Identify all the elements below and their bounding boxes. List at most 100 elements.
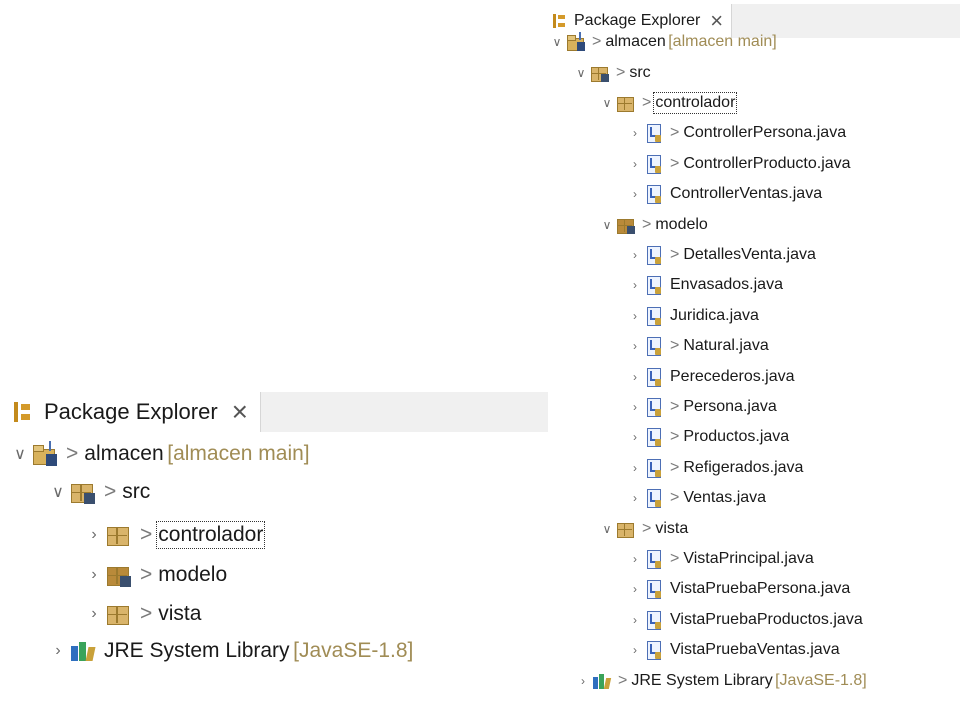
collapse-chevron-icon[interactable]: › (628, 552, 642, 566)
item-label: DetallesVenta.java (683, 246, 816, 264)
collapse-chevron-icon[interactable]: › (84, 605, 104, 623)
tree-item-java-file[interactable]: › VistaPruebaVentas.java (628, 635, 840, 666)
collapse-chevron-icon[interactable]: › (628, 491, 642, 505)
package-icon (616, 519, 636, 539)
collapse-chevron-icon[interactable]: › (84, 566, 104, 584)
collapse-chevron-icon[interactable]: › (628, 370, 642, 384)
item-label: JRE System Library (104, 639, 290, 662)
tab-title: Package Explorer (44, 399, 218, 424)
collapse-chevron-icon[interactable]: › (576, 674, 590, 688)
java-file-icon (644, 427, 664, 448)
tree-item-java-file[interactable]: › Envasados.java (628, 270, 783, 301)
tree-item-java-file[interactable]: › > DetallesVenta.java (628, 240, 816, 271)
collapse-chevron-icon[interactable]: › (48, 642, 68, 660)
expand-chevron-icon[interactable]: ∨ (10, 444, 30, 464)
package-explorer-icon (12, 401, 32, 423)
tree-item-jre[interactable]: › JRE System Library [JavaSE-1.8] (48, 632, 413, 670)
java-file-icon (644, 488, 664, 509)
package-explorer-collapsed: Package Explorer × ∨ > almacen [almacen mai… (0, 380, 556, 680)
collapse-chevron-icon[interactable]: › (628, 430, 642, 444)
expand-chevron-icon[interactable]: ∨ (600, 218, 614, 232)
item-label: JRE System Library (631, 671, 773, 689)
java-file-icon (644, 184, 664, 205)
tree-item-src[interactable]: ∨ > src (574, 57, 651, 88)
dirty-marker: > (670, 398, 680, 416)
tree-item-project[interactable]: ∨ > almacen [almacen main] (10, 435, 310, 473)
expand-chevron-icon[interactable]: ∨ (550, 35, 564, 49)
collapse-chevron-icon[interactable]: › (628, 643, 642, 657)
tab-bar-empty (260, 392, 556, 432)
java-file-icon (644, 610, 664, 630)
tree-item-project[interactable]: ∨ > almacen [almacen main] (550, 27, 777, 58)
expand-chevron-icon[interactable]: ∨ (574, 66, 588, 80)
dirty-marker: > (670, 428, 680, 446)
item-label: almacen (84, 442, 164, 465)
source-folder-icon (590, 63, 610, 83)
tree-item-java-file[interactable]: › > ControllerProducto.java (628, 149, 851, 180)
tree-item-java-file[interactable]: › Juridica.java (628, 301, 759, 332)
project-icon (566, 32, 586, 52)
item-label: controlador (156, 521, 266, 549)
tree-item-src[interactable]: ∨ > src (48, 473, 150, 511)
tree-item-java-file[interactable]: › > ControllerPersona.java (628, 118, 846, 149)
item-label: ControllerPersona.java (683, 124, 847, 142)
tree-item-java-file[interactable]: › ControllerVentas.java (628, 179, 822, 210)
tree-item-package-vista[interactable]: › > vista (84, 595, 201, 633)
tree-item-jre[interactable]: › > JRE System Library [JavaSE-1.8] (576, 665, 867, 696)
expand-chevron-icon[interactable]: ∨ (48, 482, 68, 502)
item-label: modelo (655, 215, 708, 233)
java-file-icon (644, 245, 664, 266)
dirty-marker: > (66, 442, 79, 465)
tree-item-java-file[interactable]: › > Natural.java (628, 331, 769, 362)
dirty-marker: > (616, 63, 626, 81)
collapse-chevron-icon[interactable]: › (628, 126, 642, 140)
tree-item-java-file[interactable]: › > Refigerados.java (628, 453, 803, 484)
collapse-chevron-icon[interactable]: › (628, 309, 642, 323)
item-label: Envasados.java (670, 276, 783, 294)
package-icon (106, 601, 132, 627)
tree-item-java-file[interactable]: › VistaPruebaPersona.java (628, 574, 850, 605)
tree-item-package-controlador[interactable]: › > controlador (84, 516, 266, 554)
dirty-marker: > (670, 154, 680, 172)
java-file-icon (644, 640, 664, 661)
item-label: vista (158, 602, 202, 625)
expand-chevron-icon[interactable]: ∨ (600, 96, 614, 110)
tree-item-java-file[interactable]: › > Productos.java (628, 422, 789, 453)
collapse-chevron-icon[interactable]: › (628, 248, 642, 262)
tree-item-package-controlador[interactable]: ∨ > controlador (600, 88, 738, 119)
collapse-chevron-icon[interactable]: › (628, 339, 642, 353)
collapse-chevron-icon[interactable]: › (628, 400, 642, 414)
collapse-chevron-icon[interactable]: › (628, 187, 642, 201)
dirty-marker: > (670, 337, 680, 355)
collapse-chevron-icon[interactable]: › (628, 582, 642, 596)
tree-item-package-vista[interactable]: ∨ > vista (600, 513, 688, 544)
tree-item-java-file[interactable]: › VistaPruebaProductos.java (628, 605, 863, 636)
tree-item-java-file[interactable]: › Perecederos.java (628, 361, 795, 392)
item-label: VistaPruebaPersona.java (670, 580, 851, 598)
java-file-icon (644, 458, 664, 478)
collapse-chevron-icon[interactable]: › (628, 613, 642, 627)
item-label: VistaPruebaProductos.java (670, 610, 863, 628)
expand-chevron-icon[interactable]: ∨ (600, 522, 614, 536)
tree-item-java-file[interactable]: › > VistaPrincipal.java (628, 544, 814, 575)
package-icon (616, 215, 636, 235)
collapse-chevron-icon[interactable]: › (628, 278, 642, 292)
java-file-icon (644, 123, 664, 144)
package-icon (106, 562, 132, 588)
package-explorer-expanded: Package Explorer × ∨ > almacen [almacen mai… (548, 0, 960, 706)
dirty-marker: > (670, 489, 680, 507)
item-label: src (122, 480, 151, 503)
tree-item-package-modelo[interactable]: ∨ > modelo (600, 209, 708, 240)
tab-package-explorer[interactable]: Package Explorer × (0, 392, 261, 432)
tree-item-package-modelo[interactable]: › > modelo (84, 556, 227, 594)
item-decoration: [almacen main] (167, 442, 310, 465)
tree-item-java-file[interactable]: › > Ventas.java (628, 483, 766, 514)
collapse-chevron-icon[interactable]: › (628, 461, 642, 475)
collapse-chevron-icon[interactable]: › (628, 157, 642, 171)
dirty-marker: > (140, 602, 153, 625)
tree-item-java-file[interactable]: › > Persona.java (628, 392, 777, 423)
dirty-marker: > (642, 215, 652, 233)
dirty-marker: > (618, 671, 628, 689)
close-icon[interactable]: × (232, 398, 248, 426)
collapse-chevron-icon[interactable]: › (84, 526, 104, 544)
